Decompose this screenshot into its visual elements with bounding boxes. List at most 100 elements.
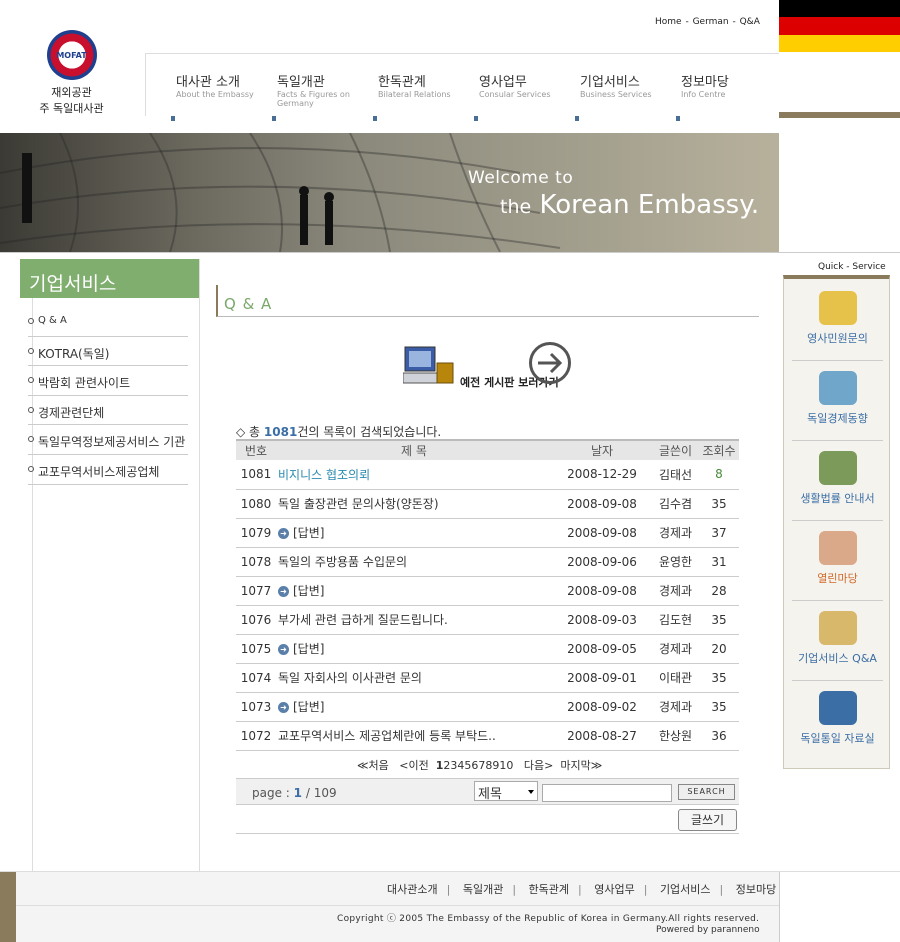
notepad-icon [818, 291, 857, 325]
row-subject[interactable]: 교포무역서비스 제공업체란에 등록 부탁드.. [276, 721, 552, 751]
nav-tick [676, 116, 680, 121]
page-last[interactable]: 마지막≫ [560, 759, 602, 772]
footer-nav: 대사관소개 | 독일개관 | 한독관계 | 영사업무 | 기업서비스 | 정보마당 [387, 883, 777, 896]
copyright: Copyright ⓒ 2005 The Embassy of the Repu… [337, 914, 760, 924]
page-10[interactable]: 10 [499, 759, 513, 772]
nav-about[interactable]: 대사관 소개 About the Embassy [146, 54, 254, 121]
table-row[interactable]: 1076 부가세 관련 급하게 질문드립니다. 2008-09-03 김도현 35 [236, 605, 739, 635]
search-button[interactable]: SEARCH [678, 784, 735, 800]
table-row[interactable]: 1077 ➜ [답변] 2008-09-08 경제과 28 [236, 576, 739, 606]
footer-link-consular[interactable]: 영사업무 [594, 883, 634, 896]
footer-left-block [0, 872, 16, 942]
sidebar-item-kotra[interactable]: KOTRA(독일) [28, 337, 188, 367]
write-button[interactable]: 글쓰기 [678, 809, 737, 831]
row-subject[interactable]: 독일의 주방용품 수입문의 [276, 547, 552, 577]
table-row[interactable]: 1073 ➜ [답변] 2008-09-02 경제과 35 [236, 692, 739, 722]
table-row[interactable]: 1078 독일의 주방용품 수입문의 2008-09-06 윤영한 31 [236, 547, 739, 577]
old-board-link[interactable]: 예전 게시판 보러가기 [403, 340, 578, 392]
row-subject[interactable]: 독일 자회사의 이사관련 문의 [276, 663, 552, 693]
page-next[interactable]: 다음> [524, 759, 553, 772]
qa-link[interactable]: Q&A [740, 17, 760, 27]
row-subject[interactable]: 비지니스 협조의뢰 [276, 460, 552, 490]
page-prev[interactable]: <이전 [399, 759, 428, 772]
sidebar-item-korean-trade[interactable]: 교포무역서비스제공업체 [28, 455, 188, 485]
row-subject[interactable]: ➜ [답변] [276, 634, 552, 664]
row-writer: 김도현 [652, 605, 699, 635]
row-date: 2008-09-08 [552, 518, 652, 548]
footer-link-about[interactable]: 대사관소개 [387, 883, 438, 896]
flag-strip [779, 112, 900, 118]
home-link[interactable]: Home [655, 17, 682, 27]
embassy-logo[interactable]: MOFAT 재외공관 주 독일대사관 [34, 30, 109, 116]
row-subject[interactable]: 부가세 관련 급하게 질문드립니다. [276, 605, 552, 635]
row-subject[interactable]: ➜ [답변] [276, 518, 552, 548]
bullet-icon [28, 465, 34, 472]
pagination: ≪처음 <이전 12345678910 다음> 마지막≫ [357, 757, 602, 773]
row-date: 2008-09-08 [552, 576, 652, 606]
row-writer: 경제과 [652, 692, 699, 722]
nav-tick [272, 116, 276, 121]
footer-link-facts[interactable]: 독일개관 [463, 883, 503, 896]
sidebar-item-qa[interactable]: Q & A [28, 307, 188, 337]
footer-link-business[interactable]: 기업서비스 [660, 883, 711, 896]
page-first[interactable]: ≪처음 [357, 759, 389, 772]
quick-consular-inquiry[interactable]: 영사민원문의 [792, 283, 883, 361]
quick-open-forum[interactable]: 열린마당 [792, 523, 883, 601]
table-row[interactable]: 1072 교포무역서비스 제공업체란에 등록 부탁드.. 2008-08-27 한상원… [236, 721, 739, 751]
row-hits: 35 [699, 692, 739, 722]
welcome-line1: Welcome to [468, 168, 574, 188]
quick-economy-trends[interactable]: 독일경제동향 [792, 363, 883, 441]
footer-link-bilateral[interactable]: 한독관계 [529, 883, 569, 896]
nav-tick [474, 116, 478, 121]
quick-service-panel: 영사민원문의 독일경제동향 생활법률 안내서 열린마당 기업서비스 Q&A 독일… [783, 275, 890, 769]
row-date: 2008-12-29 [552, 460, 652, 490]
quick-business-qa[interactable]: 기업서비스 Q&A [792, 603, 883, 681]
search-field-select[interactable]: 제목 [474, 781, 538, 802]
table-row[interactable]: 1075 ➜ [답변] 2008-09-05 경제과 20 [236, 634, 739, 664]
row-writer: 경제과 [652, 576, 699, 606]
divider [0, 252, 900, 253]
quick-unification-archive[interactable]: 독일통일 자료실 [792, 683, 883, 761]
col-hits: 조회수 [699, 439, 739, 460]
col-writer: 글쓴이 [652, 439, 699, 460]
nav-info[interactable]: 정보마당 Info Centre [651, 54, 752, 121]
sidebar-item-fair-sites[interactable]: 박람회 관련사이트 [28, 366, 188, 396]
row-hits: 35 [699, 663, 739, 693]
row-subject[interactable]: ➜ [답변] [276, 692, 552, 722]
reply-arrow-icon: ➜ [278, 586, 289, 597]
row-subject[interactable]: 독일 출장관련 문의사항(양돈장) [276, 489, 552, 519]
row-hits: 35 [699, 489, 739, 519]
nav-tick [373, 116, 377, 121]
row-number: 1080 [236, 489, 276, 519]
row-date: 2008-09-08 [552, 489, 652, 519]
row-date: 2008-09-03 [552, 605, 652, 635]
qa-table: 번호 제 목 날자 글쓴이 조회수 1081 비지니스 협조의뢰 2008-12-2… [236, 439, 739, 751]
table-row[interactable]: 1079 ➜ [답변] 2008-09-08 경제과 37 [236, 518, 739, 548]
row-number: 1077 [236, 576, 276, 606]
sidebar-item-economic-orgs[interactable]: 경제관련단체 [28, 396, 188, 426]
german-link[interactable]: German [693, 17, 729, 27]
reply-arrow-icon: ➜ [278, 702, 289, 713]
page-title: Q & A [224, 295, 273, 313]
people-icon [818, 531, 857, 565]
table-header: 번호 제 목 날자 글쓴이 조회수 [236, 439, 739, 460]
nav-consular[interactable]: 영사업무 Consular Services [449, 54, 550, 121]
row-subject[interactable]: ➜ [답변] [276, 576, 552, 606]
map-icon [818, 691, 857, 725]
row-writer: 윤영한 [652, 547, 699, 577]
search-input[interactable] [542, 784, 672, 802]
footer-link-info[interactable]: 정보마당 [736, 883, 776, 896]
nav-facts[interactable]: 독일개관 Facts & Figures on Germany [247, 54, 350, 121]
quick-legal-guide[interactable]: 생활법률 안내서 [792, 443, 883, 521]
col-number: 번호 [236, 439, 276, 460]
row-date: 2008-09-05 [552, 634, 652, 664]
table-row[interactable]: 1080 독일 출장관련 문의사항(양돈장) 2008-09-08 김수겸 35 [236, 489, 739, 519]
nav-bilateral[interactable]: 한독관계 Bilateral Relations [348, 54, 451, 121]
page-info: page : 1 / 109 [252, 786, 337, 800]
table-row[interactable]: 1081 비지니스 협조의뢰 2008-12-29 김태선 8 [236, 460, 739, 490]
row-number: 1075 [236, 634, 276, 664]
qa-icon [818, 611, 857, 645]
table-row[interactable]: 1074 독일 자회사의 이사관련 문의 2008-09-01 이태관 35 [236, 663, 739, 693]
nav-business[interactable]: 기업서비스 Business Services [550, 54, 652, 121]
sidebar-item-trade-info[interactable]: 독일무역정보제공서비스 기관 [28, 425, 188, 455]
